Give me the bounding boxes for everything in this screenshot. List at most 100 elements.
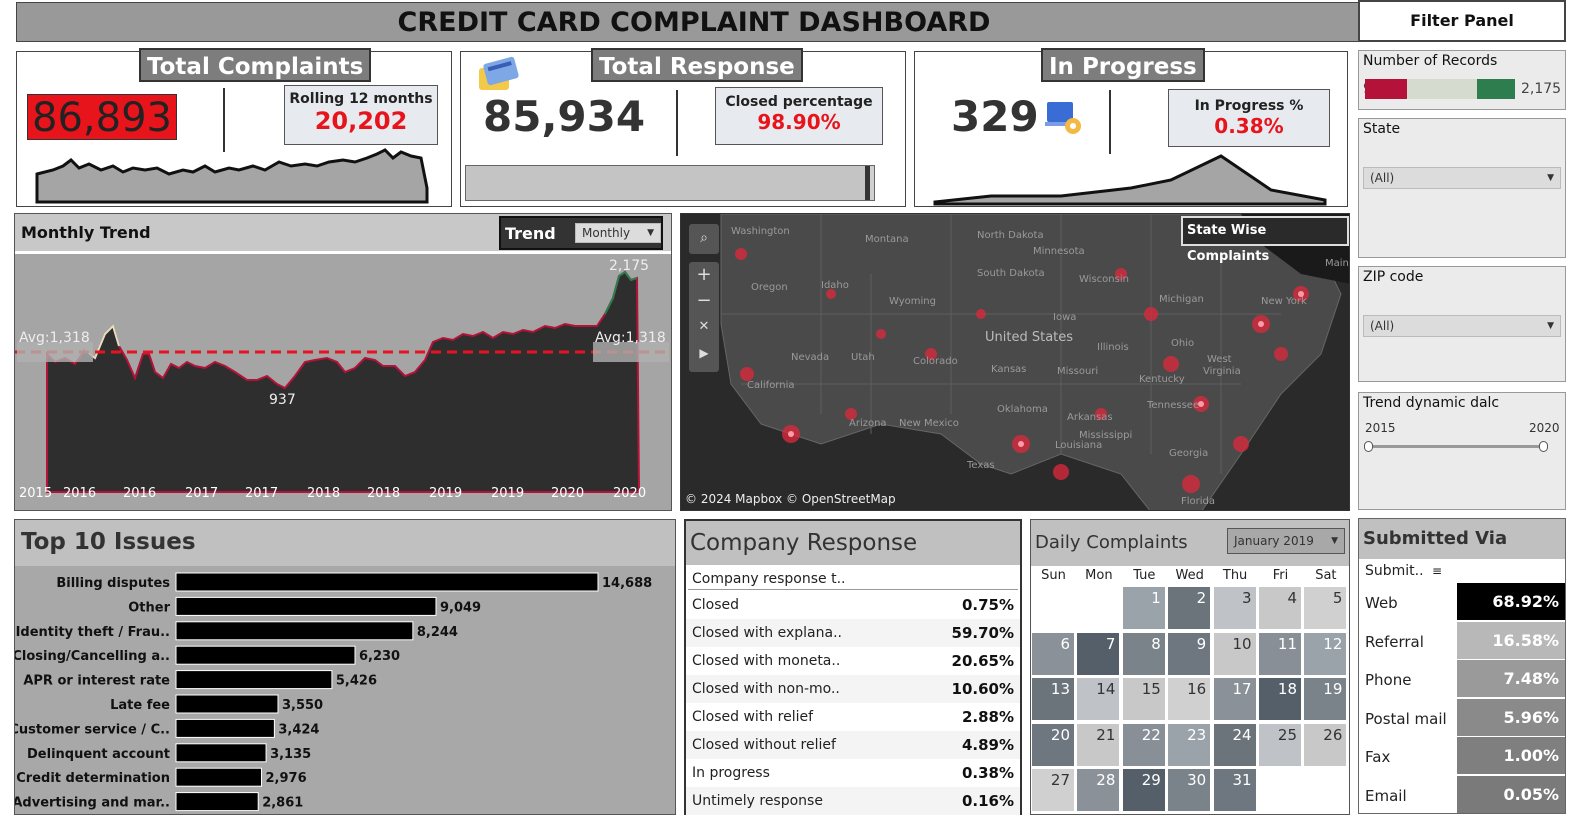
issue-bar[interactable] [175, 596, 437, 616]
x-tick: 2018 [307, 486, 341, 501]
calendar-day[interactable]: 28 [1076, 768, 1121, 812]
company-response-row[interactable]: Closed with relief 2.88% [686, 703, 1020, 731]
submitted-via-row[interactable]: Referral 16.58% [1359, 621, 1565, 661]
calendar-day[interactable]: 15 [1121, 677, 1166, 721]
submitted-via-row[interactable]: Email 0.05% [1359, 775, 1565, 815]
channel-pct-cell: 68.92% [1457, 583, 1565, 620]
state-label: Colorado [913, 356, 958, 367]
zoom-in-icon[interactable]: + [689, 262, 719, 288]
daily-complaints-title: Daily Complaints [1035, 532, 1188, 553]
issue-bar[interactable] [175, 694, 279, 714]
calendar-day[interactable]: 13 [1031, 677, 1075, 721]
issue-label: Advertising and mar.. [15, 796, 170, 811]
monthly-trend-chart [15, 270, 671, 493]
calendar-day[interactable]: 19 [1303, 677, 1348, 721]
calendar-day[interactable]: 22 [1121, 722, 1166, 767]
date-slider-handle-max[interactable] [1539, 441, 1548, 452]
calendar-day[interactable]: 11 [1258, 631, 1302, 676]
date-slider-handle-min[interactable] [1364, 441, 1373, 452]
state-label: Illinois [1097, 342, 1129, 353]
calendar-day[interactable]: 6 [1031, 631, 1075, 676]
calendar-day[interactable]: 30 [1167, 768, 1212, 812]
zip-dropdown[interactable]: (All) ▼ [1363, 315, 1561, 337]
response-type: Closed with explana.. [692, 625, 842, 641]
zoom-out-icon[interactable]: − [689, 288, 719, 314]
calendar-day[interactable]: 1 [1121, 586, 1166, 630]
calendar-day[interactable]: 4 [1258, 586, 1302, 630]
company-response-row[interactable]: Untimely response 0.16% [686, 787, 1020, 815]
monthly-trend-title: Monthly Trend [21, 223, 151, 242]
calendar-day[interactable]: 2 [1167, 586, 1212, 630]
rolling-12-value: 20,202 [314, 107, 408, 135]
calendar-day[interactable]: 23 [1167, 722, 1212, 767]
company-response-row[interactable]: Closed without relief 4.89% [686, 731, 1020, 759]
company-response-title: Company Response [690, 530, 918, 556]
company-response-row[interactable]: In progress 0.38% [686, 759, 1020, 787]
max-label: 2,175 [609, 258, 650, 274]
company-response-row[interactable]: Closed with explana.. 59.70% [686, 619, 1020, 647]
weekday-label: Sat [1315, 568, 1337, 583]
sort-icon[interactable]: ≡ [1432, 564, 1442, 578]
top-issues-title: Top 10 Issues [21, 529, 196, 555]
channel-pct-cell: 5.96% [1457, 698, 1565, 736]
calendar-day[interactable]: 29 [1121, 768, 1166, 812]
weekday-header: Sun Mon Tue Wed Thu Fri Sat [1031, 568, 1349, 586]
issue-bar[interactable] [175, 792, 259, 812]
issue-bar[interactable] [175, 572, 599, 592]
submitted-via-col-label: Submit.. [1365, 563, 1424, 579]
trend-label: Trend [505, 224, 556, 243]
submitted-via-row[interactable]: Fax 1.00% [1359, 737, 1565, 776]
date-slider-track[interactable] [1369, 445, 1545, 448]
calendar-day[interactable]: 16 [1167, 677, 1212, 721]
calendar-day[interactable]: 5 [1303, 586, 1348, 630]
play-arrow-icon[interactable]: ▶ [689, 340, 719, 366]
laptop-gear-icon [1045, 102, 1081, 134]
submitted-via-row[interactable]: Phone 7.48% [1359, 660, 1565, 699]
calendar-day[interactable]: 7 [1076, 631, 1121, 676]
country-label: United States [985, 330, 1074, 345]
weekday-label: Sun [1041, 568, 1066, 583]
calendar-day[interactable]: 14 [1076, 677, 1121, 721]
calendar-day[interactable]: 31 [1212, 768, 1257, 812]
issue-bar[interactable] [175, 670, 333, 690]
company-response-row[interactable]: Closed with non-mo.. 10.60% [686, 675, 1020, 703]
state-label: Arkansas [1067, 412, 1113, 423]
issue-bar[interactable] [175, 743, 267, 763]
map-search-icon[interactable]: ⌕ [689, 224, 719, 254]
company-response-row[interactable]: Closed with moneta.. 20.65% [686, 647, 1020, 675]
records-color-legend[interactable] [1365, 79, 1515, 99]
calendar-day[interactable]: 3 [1212, 586, 1257, 630]
reset-pin-icon[interactable]: ✕ [689, 314, 719, 340]
calendar-day[interactable]: 25 [1258, 722, 1302, 767]
calendar-day[interactable]: 10 [1212, 631, 1257, 676]
state-label: Tennessee [1147, 400, 1200, 411]
state-map-panel[interactable]: Washington Montana North Dakota Minnesot… [680, 213, 1350, 511]
calendar-day[interactable]: 26 [1303, 722, 1348, 767]
issue-bar[interactable] [175, 718, 275, 738]
issue-bar[interactable] [175, 621, 414, 641]
calendar-day[interactable]: 27 [1031, 768, 1075, 812]
state-dropdown-value: (All) [1370, 171, 1395, 185]
calendar-day[interactable]: 24 [1212, 722, 1257, 767]
calendar-day[interactable]: 12 [1303, 631, 1348, 676]
state-label: Kansas [991, 364, 1027, 375]
submitted-via-row[interactable]: Web 68.92% [1359, 583, 1565, 622]
state-dropdown[interactable]: (All) ▼ [1363, 167, 1561, 189]
submitted-via-col-header[interactable]: Submit.. ≡ [1365, 563, 1442, 579]
calendar-day[interactable]: 20 [1031, 722, 1075, 767]
issue-bar[interactable] [175, 645, 356, 665]
channel-label: Email [1365, 786, 1407, 805]
submitted-via-row[interactable]: Postal mail 5.96% [1359, 698, 1565, 738]
calendar-day[interactable]: 9 [1167, 631, 1212, 676]
divider [1109, 90, 1111, 154]
calendar-day[interactable]: 17 [1212, 677, 1257, 721]
trend-granularity-dropdown[interactable]: Monthly ▼ [575, 223, 661, 243]
issue-bar[interactable] [175, 767, 263, 787]
state-label: Minnesota [1033, 246, 1085, 257]
avg-label-left: Avg:1,318 [19, 330, 90, 346]
calendar-day[interactable]: 18 [1258, 677, 1302, 721]
company-response-row[interactable]: Closed 0.75% [686, 591, 1020, 619]
calendar-day[interactable]: 8 [1121, 631, 1166, 676]
calendar-day[interactable]: 21 [1076, 722, 1121, 767]
month-dropdown[interactable]: January 2019 ▼ [1227, 528, 1345, 554]
